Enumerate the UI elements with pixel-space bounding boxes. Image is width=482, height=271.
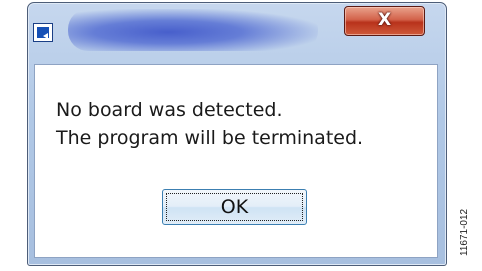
dialog-content: No board was detected. The program will … xyxy=(34,64,438,258)
ok-button-label: OK xyxy=(220,196,249,218)
ok-button[interactable]: OK xyxy=(162,189,307,225)
message-line-2: The program will be terminated. xyxy=(56,127,364,149)
figure-id: 11671-012 xyxy=(459,208,470,256)
message-text: No board was detected. The program will … xyxy=(56,96,426,152)
close-button[interactable]: X xyxy=(344,6,425,36)
message-dialog: X No board was detected. The program wil… xyxy=(27,2,447,266)
close-icon: X xyxy=(377,10,392,30)
title-bar-glow xyxy=(68,9,318,51)
message-line-1: No board was detected. xyxy=(56,99,283,121)
analog-devices-logo-icon xyxy=(33,23,53,42)
title-bar[interactable]: X xyxy=(28,3,446,59)
